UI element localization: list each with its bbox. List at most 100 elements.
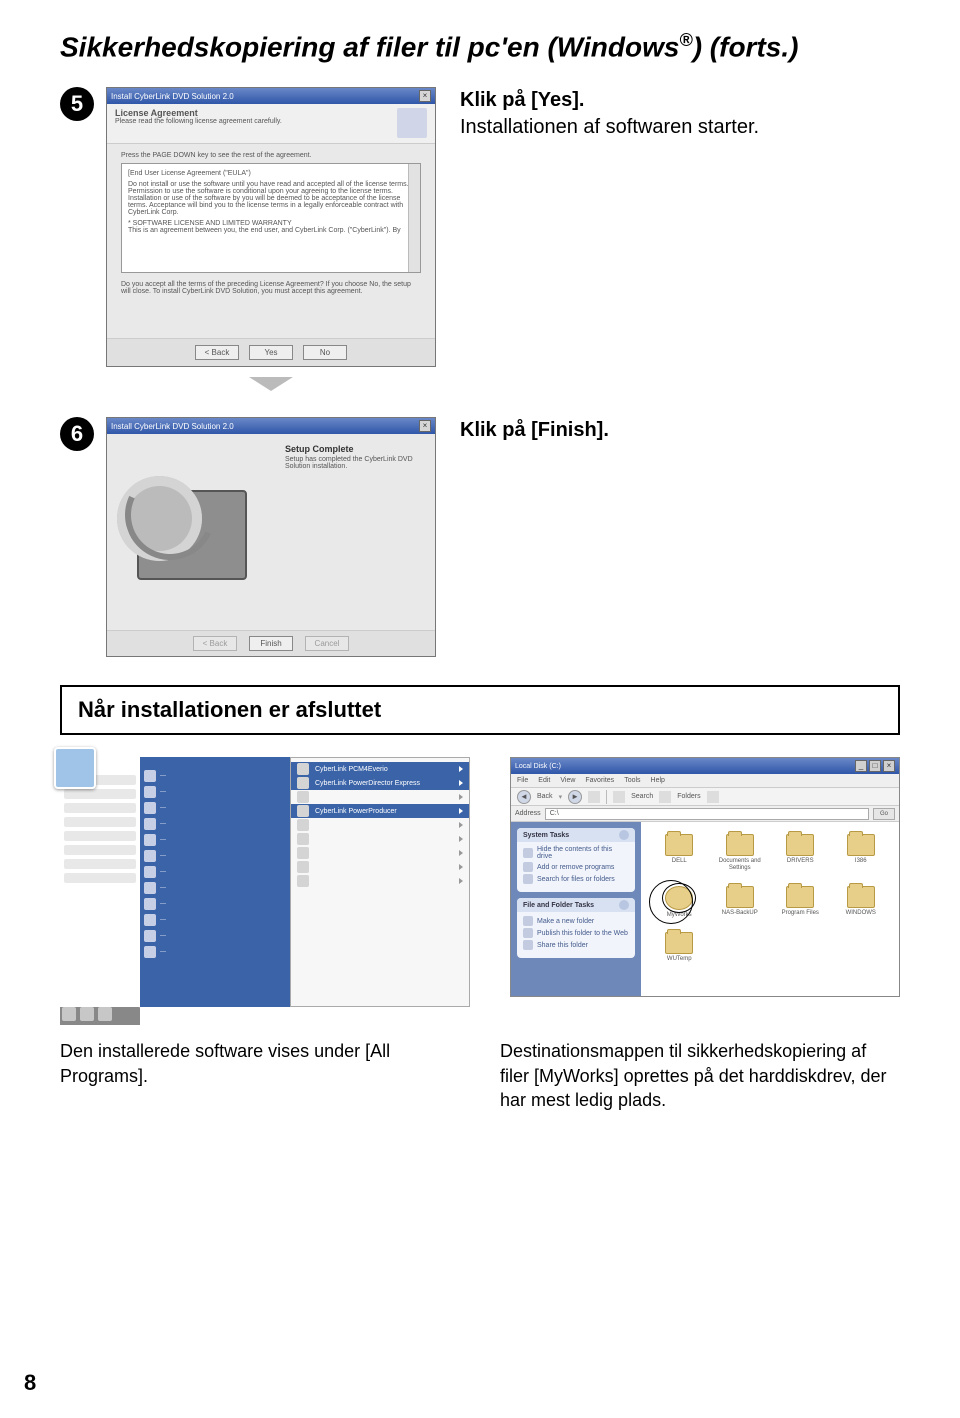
submenu-item[interactable] bbox=[291, 818, 469, 832]
address-value[interactable]: C:\ bbox=[550, 810, 559, 817]
folder-icon bbox=[786, 886, 814, 908]
explorer-titlebar: Local Disk (C:) _ □ × bbox=[511, 758, 899, 774]
submenu-label: CyberLink PowerProducer bbox=[315, 808, 397, 815]
panel-item[interactable]: Search for files or folders bbox=[523, 874, 629, 884]
title-post: ) (forts.) bbox=[693, 31, 799, 62]
menu-view[interactable]: View bbox=[560, 777, 575, 784]
folder-drivers[interactable]: DRIVERS bbox=[774, 834, 827, 871]
task-icon bbox=[523, 874, 533, 884]
folder-wutemp[interactable]: WUTemp bbox=[653, 932, 706, 963]
back-label: Back bbox=[537, 793, 553, 800]
dialog-title: Install CyberLink DVD Solution 2.0 bbox=[111, 422, 234, 431]
finish-button[interactable]: Finish bbox=[249, 636, 293, 651]
menu-help[interactable]: Help bbox=[651, 777, 665, 784]
forward-icon[interactable]: ► bbox=[568, 790, 582, 804]
folder-label: DRIVERS bbox=[787, 858, 814, 865]
explorer-toolbar[interactable]: ◄ Back ▾ ► Search Folders bbox=[511, 788, 899, 806]
panel-item[interactable]: Add or remove programs bbox=[523, 862, 629, 872]
submenu-label: CyberLink PowerDirector Express bbox=[315, 780, 420, 787]
start-menu-mid: — — — — — — — — — — — — bbox=[140, 757, 290, 1007]
collapse-icon[interactable] bbox=[619, 830, 629, 840]
explorer-title: Local Disk (C:) bbox=[515, 763, 561, 770]
yes-button[interactable]: Yes bbox=[249, 345, 293, 360]
menu-tools[interactable]: Tools bbox=[624, 777, 640, 784]
folder-label: NAS-BackUP bbox=[722, 910, 758, 917]
close-icon[interactable]: × bbox=[419, 90, 431, 102]
submenu-item[interactable]: CyberLink PowerDirector Express bbox=[291, 776, 469, 790]
close-icon[interactable]: × bbox=[419, 420, 431, 432]
task-icon bbox=[523, 916, 533, 926]
maximize-icon[interactable]: □ bbox=[869, 760, 881, 772]
folder-i386[interactable]: I386 bbox=[835, 834, 888, 871]
panel-item[interactable]: Share this folder bbox=[523, 940, 629, 950]
file-folder-tasks-panel: File and Folder Tasks Make a new folderP… bbox=[517, 898, 635, 958]
chevron-right-icon bbox=[459, 794, 463, 800]
finish-illustration bbox=[117, 440, 277, 580]
submenu-item[interactable]: CyberLink PCM4Everio bbox=[291, 762, 469, 776]
submenu-item[interactable] bbox=[291, 860, 469, 874]
folder-dell[interactable]: DELL bbox=[653, 834, 706, 871]
section-divider: Når installationen er afsluttet bbox=[60, 685, 900, 735]
chevron-right-icon bbox=[459, 780, 463, 786]
task-icon bbox=[523, 940, 533, 950]
start-menu-screenshot: — — — — — — — — — — — — CyberLink PCM4Ev… bbox=[60, 757, 470, 1025]
menu-edit[interactable]: Edit bbox=[538, 777, 550, 784]
dialog-subtitle-desc: Please read the following license agreem… bbox=[115, 118, 282, 125]
back-button[interactable]: < Back bbox=[195, 345, 239, 360]
submenu-item[interactable] bbox=[291, 790, 469, 804]
panel-item-label: Publish this folder to the Web bbox=[537, 930, 628, 937]
eula-line: Do not install or use the software until… bbox=[128, 181, 414, 216]
program-icon bbox=[297, 777, 309, 789]
submenu-item[interactable] bbox=[291, 832, 469, 846]
license-dialog: Install CyberLink DVD Solution 2.0 × Lic… bbox=[106, 87, 436, 367]
submenu-item[interactable] bbox=[291, 874, 469, 888]
search-icon[interactable] bbox=[613, 791, 625, 803]
chevron-right-icon bbox=[459, 766, 463, 772]
step6-line1: Klik på [Finish]. bbox=[460, 417, 609, 444]
minimize-icon[interactable]: _ bbox=[855, 760, 867, 772]
explorer-menubar[interactable]: File Edit View Favorites Tools Help bbox=[511, 774, 899, 788]
eula-textbox[interactable]: [End User License Agreement ("EULA") Do … bbox=[121, 163, 421, 273]
folder-icon bbox=[847, 834, 875, 856]
go-button[interactable]: Go bbox=[873, 808, 895, 820]
taskbar-icon bbox=[62, 1007, 76, 1021]
submenu-item[interactable] bbox=[291, 846, 469, 860]
menu-favorites[interactable]: Favorites bbox=[585, 777, 614, 784]
folder-program-files[interactable]: Program Files bbox=[774, 886, 827, 919]
page-title: Sikkerhedskopiering af filer til pc'en (… bbox=[60, 30, 900, 63]
panel-item[interactable]: Make a new folder bbox=[523, 916, 629, 926]
folder-myworks[interactable]: MyWorks bbox=[653, 886, 706, 919]
explorer-sidepanel: System Tasks Hide the contents of this d… bbox=[511, 822, 641, 996]
folder-label: Program Files bbox=[782, 910, 819, 917]
folders-label: Folders bbox=[677, 793, 700, 800]
installer-icon bbox=[397, 108, 427, 138]
folder-windows[interactable]: WINDOWS bbox=[835, 886, 888, 919]
submenu-item[interactable]: CyberLink PowerProducer bbox=[291, 804, 469, 818]
folder-nas-backup[interactable]: NAS-BackUP bbox=[714, 886, 767, 919]
collapse-icon[interactable] bbox=[619, 900, 629, 910]
up-icon[interactable] bbox=[588, 791, 600, 803]
user-avatar bbox=[54, 747, 96, 789]
views-icon[interactable] bbox=[707, 791, 719, 803]
menu-file[interactable]: File bbox=[517, 777, 528, 784]
panel-item-label: Hide the contents of this drive bbox=[537, 846, 629, 860]
panel-item[interactable]: Hide the contents of this drive bbox=[523, 846, 629, 860]
step-badge-6: 6 bbox=[60, 417, 94, 451]
scrollbar[interactable] bbox=[408, 164, 420, 272]
back-icon[interactable]: ◄ bbox=[517, 790, 531, 804]
program-icon bbox=[297, 861, 309, 873]
program-icon bbox=[297, 847, 309, 859]
no-button[interactable]: No bbox=[303, 345, 347, 360]
folder-label: WUTemp bbox=[667, 956, 692, 963]
chevron-right-icon bbox=[459, 836, 463, 842]
folders-icon[interactable] bbox=[659, 791, 671, 803]
folder-label: I386 bbox=[855, 858, 867, 865]
folder-icon bbox=[726, 834, 754, 856]
explorer-content[interactable]: DELLDocuments and Settings DRIVERS I386 MyW… bbox=[641, 822, 899, 996]
dialog-title: Install CyberLink DVD Solution 2.0 bbox=[111, 92, 234, 101]
panel-item[interactable]: Publish this folder to the Web bbox=[523, 928, 629, 938]
address-bar[interactable]: Address C:\ Go bbox=[511, 806, 899, 822]
close-icon[interactable]: × bbox=[883, 760, 895, 772]
folder-documents-and-settings[interactable]: Documents and Settings bbox=[714, 834, 767, 871]
chevron-right-icon bbox=[459, 864, 463, 870]
